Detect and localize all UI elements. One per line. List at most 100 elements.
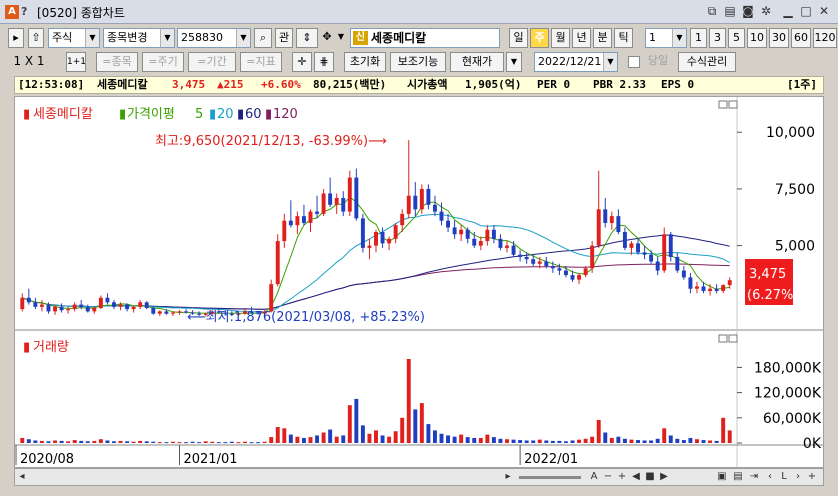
- chevron-left-icon[interactable]: ‹: [763, 471, 777, 483]
- candle-body: [170, 312, 175, 314]
- volume-bar: [184, 442, 189, 444]
- volume-bar: [603, 432, 608, 443]
- unit-button[interactable]: 30: [769, 28, 789, 48]
- zoom-in-icon[interactable]: +: [615, 471, 629, 483]
- date-select[interactable]: 2022/12/21 ▼: [534, 52, 618, 72]
- unit-select[interactable]: 1 ▼: [645, 28, 687, 48]
- today-checkbox[interactable]: [628, 56, 640, 68]
- volume-bar: [216, 442, 221, 444]
- zoom-out-icon[interactable]: −: [601, 471, 615, 483]
- star-icon[interactable]: ✥: [320, 28, 334, 48]
- volume-bar: [531, 440, 536, 443]
- minimize-icon[interactable]: ▁: [780, 3, 796, 19]
- period-button[interactable]: 월: [551, 28, 570, 48]
- tool-stock-button[interactable]: =종목: [96, 52, 138, 72]
- volume-bar: [419, 403, 424, 443]
- volume-bar: [321, 432, 326, 443]
- volume-tick-label: 120,000K: [754, 386, 822, 402]
- play-forward-icon[interactable]: ▶: [657, 471, 671, 483]
- volume-bar: [681, 440, 686, 443]
- scroll-right-icon[interactable]: ▸: [501, 471, 515, 483]
- search-icon[interactable]: ⌕: [254, 28, 272, 48]
- period-button[interactable]: 일: [509, 28, 528, 48]
- volume-bar: [59, 440, 64, 443]
- stop-icon[interactable]: ■: [643, 471, 657, 483]
- unit-button[interactable]: 3: [709, 28, 726, 48]
- font-size-icon[interactable]: A: [587, 471, 601, 483]
- layout-button[interactable]: 1+1: [66, 52, 86, 72]
- volume-bar: [118, 440, 123, 443]
- period-button[interactable]: 년: [572, 28, 591, 48]
- price-volume-chart[interactable]: 5,000 7,500 10,000 0K 60,000K 120,000K 180,000…: [15, 97, 823, 467]
- chevron-down-icon[interactable]: ▼: [336, 28, 346, 48]
- upload-icon[interactable]: ⇧: [28, 28, 44, 48]
- zoom-slider[interactable]: [519, 476, 581, 479]
- unit-button[interactable]: 1: [690, 28, 707, 48]
- tool-range-button[interactable]: =기간: [188, 52, 236, 72]
- market-select[interactable]: 주식 ▼: [48, 28, 100, 48]
- copy-icon[interactable]: ▤: [722, 3, 738, 19]
- candle-body: [380, 232, 385, 244]
- grid-icon[interactable]: ⋕: [314, 52, 334, 72]
- chevron-down-icon[interactable]: ▼: [506, 52, 522, 72]
- close-icon[interactable]: ✕: [816, 3, 832, 19]
- crosshair-icon[interactable]: ✛: [292, 52, 312, 72]
- stock-code-input[interactable]: 258830 ▼: [177, 28, 251, 48]
- chart-scrollbar[interactable]: ◂ ▸ A − + ◀ ■ ▶ ▣ ▤ ⇥ ‹ L › +: [14, 468, 824, 486]
- candle-body: [92, 307, 97, 312]
- legend-ma60: 60: [245, 107, 262, 122]
- help-icon[interactable]: ?: [21, 5, 33, 19]
- spinner-icon[interactable]: ⇕: [296, 28, 318, 48]
- candle-body: [636, 243, 640, 253]
- formula-manage-button[interactable]: 수식관리: [678, 52, 736, 72]
- layout-label[interactable]: 1 X 1: [12, 52, 46, 72]
- candle-body: [688, 277, 693, 289]
- volume-bar: [85, 441, 90, 443]
- period-button[interactable]: 분: [593, 28, 612, 48]
- play-back-icon[interactable]: ◀: [629, 471, 643, 483]
- unit-button[interactable]: 10: [747, 28, 767, 48]
- stock-change-select[interactable]: 종목변경 ▼: [103, 28, 175, 48]
- aux-function-button[interactable]: 보조기능: [390, 52, 446, 72]
- scroll-left-icon[interactable]: ◂: [15, 471, 29, 483]
- maximize-icon[interactable]: □: [798, 3, 814, 19]
- legend-volume: 거래량: [33, 340, 69, 355]
- today-label: 당일: [647, 54, 669, 67]
- relation-button[interactable]: 관: [275, 28, 293, 48]
- volume-bar: [524, 440, 529, 443]
- chart-export-icon[interactable]: ▣: [715, 471, 729, 483]
- candle-body: [374, 232, 378, 246]
- volume-bar: [315, 435, 320, 443]
- candle-body: [347, 177, 352, 212]
- tool-indicator-button[interactable]: =지표: [240, 52, 282, 72]
- candle-body: [649, 254, 654, 262]
- add-icon[interactable]: +: [805, 471, 819, 483]
- period-button[interactable]: 주: [530, 28, 549, 48]
- volume-bar: [518, 440, 523, 443]
- chevron-right-icon[interactable]: ›: [791, 471, 805, 483]
- quote-mcap-label: 시가총액: [407, 78, 448, 91]
- screenshot-icon[interactable]: ◙: [740, 3, 756, 19]
- line-tool-icon[interactable]: L: [777, 471, 791, 483]
- stock-name-field[interactable]: 신 세종메디칼: [350, 28, 500, 48]
- volume-bar: [590, 436, 595, 443]
- reset-button[interactable]: 초기화: [344, 52, 386, 72]
- new-window-icon[interactable]: ⧉: [704, 3, 720, 19]
- candle-body: [590, 245, 595, 269]
- volume-bar: [570, 440, 575, 443]
- tool-period-button[interactable]: =주기: [142, 52, 184, 72]
- period-button[interactable]: 틱: [614, 28, 633, 48]
- settings-icon[interactable]: ✲: [758, 3, 774, 19]
- volume-bar: [374, 430, 378, 443]
- next-icon[interactable]: ⇥: [747, 471, 761, 483]
- legend-stock: 세종메디칼: [33, 107, 93, 122]
- price-mode-button[interactable]: 현재가: [450, 52, 504, 72]
- save-icon[interactable]: ▤: [731, 471, 745, 483]
- unit-button[interactable]: 60: [791, 28, 811, 48]
- unit-button[interactable]: 120: [813, 28, 837, 48]
- pin-icon[interactable]: ▸: [8, 28, 24, 48]
- candle-body: [544, 261, 549, 267]
- unit-button[interactable]: 5: [728, 28, 745, 48]
- app-icon[interactable]: A: [5, 5, 19, 19]
- quote-price: 3,475: [172, 78, 206, 91]
